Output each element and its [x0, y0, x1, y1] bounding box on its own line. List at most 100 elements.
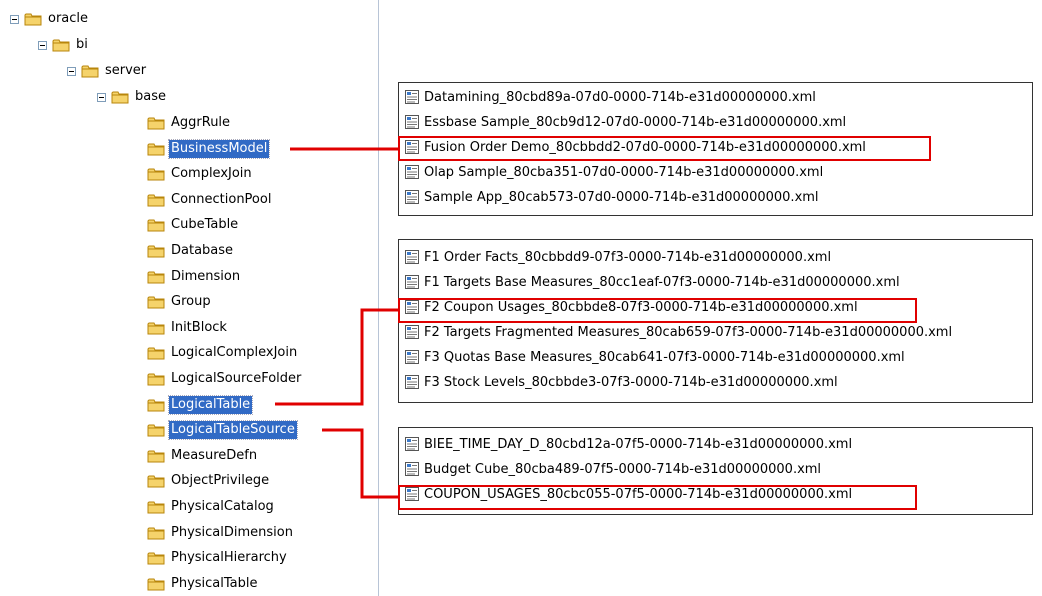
- tree-node-businessmodel[interactable]: BusinessModel: [147, 138, 271, 159]
- file-item[interactable]: Essbase Sample_80cb9d12-07d0-0000-714b-e…: [404, 111, 846, 133]
- folder-icon: [147, 194, 165, 207]
- file-item[interactable]: F1 Targets Base Measures_80cc1eaf-07f3-0…: [404, 271, 900, 293]
- folder-icon: [147, 475, 165, 488]
- folder-icon: [147, 245, 165, 258]
- folder-icon: [147, 450, 165, 463]
- folder-icon: [147, 424, 165, 437]
- tree-node-server[interactable]: server: [67, 61, 148, 81]
- tree-label: Database: [171, 243, 234, 258]
- tree-node-physicaldimension[interactable]: PhysicalDimension: [147, 523, 295, 543]
- highlight-box: [398, 298, 917, 323]
- file-item[interactable]: Olap Sample_80cba351-07d0-0000-714b-e31d…: [404, 161, 823, 183]
- tree-node-oracle[interactable]: oracle: [10, 9, 90, 29]
- file-name: Olap Sample_80cba351-07d0-0000-714b-e31d…: [424, 164, 824, 180]
- folder-icon: [147, 501, 165, 514]
- tree-label: bi: [76, 37, 88, 52]
- tree-label: CubeTable: [171, 217, 239, 233]
- file-item[interactable]: Sample App_80cab573-07d0-0000-714b-e31d0…: [404, 186, 819, 208]
- folder-tree: oracle bi server base AggrRule BusinessMo…: [0, 0, 378, 596]
- folder-icon: [24, 13, 42, 26]
- folder-icon: [147, 271, 165, 284]
- xml-file-icon: [405, 375, 419, 389]
- tree-node-physicalcatalog[interactable]: PhysicalCatalog: [147, 497, 276, 517]
- tree-label: LogicalSourceFolder: [171, 371, 302, 386]
- tree-label: LogicalTable: [167, 394, 254, 415]
- file-name: Datamining_80cbd89a-07d0-0000-714b-e31d0…: [424, 89, 816, 105]
- highlight-box: [398, 485, 917, 510]
- folder-icon: [147, 347, 165, 360]
- file-name: F3 Quotas Base Measures_80cab641-07f3-00…: [424, 349, 905, 365]
- tree-node-cubetable[interactable]: CubeTable: [147, 215, 240, 235]
- file-name: Sample App_80cab573-07d0-0000-714b-e31d0…: [424, 189, 819, 205]
- tree-node-logicaltable[interactable]: LogicalTable: [147, 394, 254, 415]
- file-name: BIEE_TIME_DAY_D_80cbd12a-07f5-0000-714b-…: [424, 436, 853, 452]
- tree-node-base[interactable]: base: [97, 87, 168, 107]
- collapse-icon[interactable]: [10, 14, 19, 24]
- folder-icon: [147, 219, 165, 232]
- tree-node-logicaltablesource[interactable]: LogicalTableSource: [147, 420, 298, 441]
- tree-label: PhysicalHierarchy: [171, 550, 287, 566]
- file-name: Essbase Sample_80cb9d12-07d0-0000-714b-e…: [424, 114, 847, 130]
- file-item[interactable]: Budget Cube_80cba489-07f5-0000-714b-e31d…: [404, 458, 821, 480]
- folder-icon: [81, 65, 99, 78]
- tree-node-bi[interactable]: bi: [38, 35, 90, 55]
- tree-label: Dimension: [171, 268, 241, 284]
- folder-icon: [147, 527, 165, 540]
- tree-node-database[interactable]: Database: [147, 241, 235, 261]
- file-item[interactable]: BIEE_TIME_DAY_D_80cbd12a-07f5-0000-714b-…: [404, 433, 852, 455]
- file-item[interactable]: F3 Stock Levels_80cbbde3-07f3-0000-714b-…: [404, 371, 838, 393]
- xml-file-icon: [405, 462, 419, 476]
- xml-file-icon: [405, 165, 419, 179]
- tree-node-physicaltable[interactable]: PhysicalTable: [147, 574, 260, 594]
- xml-file-icon: [405, 437, 419, 451]
- tree-label: Group: [171, 294, 211, 310]
- xml-file-icon: [405, 325, 419, 339]
- tree-label: PhysicalTable: [171, 575, 258, 591]
- xml-file-icon: [405, 115, 419, 129]
- tree-label: InitBlock: [171, 319, 227, 335]
- tree-label: LogicalTableSource: [168, 420, 298, 441]
- tree-node-logicalcomplexjoin[interactable]: LogicalComplexJoin: [147, 343, 299, 363]
- tree-node-measuredefn[interactable]: MeasureDefn: [147, 446, 259, 466]
- file-item[interactable]: F1 Order Facts_80cbbdd9-07f3-0000-714b-e…: [404, 246, 831, 268]
- tree-node-aggrrule[interactable]: AggrRule: [147, 113, 232, 133]
- tree-label: PhysicalCatalog: [171, 499, 274, 514]
- tree-label: ObjectPrivilege: [171, 473, 270, 489]
- folder-icon: [147, 373, 165, 386]
- tree-label: AggrRule: [171, 115, 231, 130]
- folder-icon: [147, 143, 165, 156]
- folder-icon: [147, 296, 165, 309]
- xml-file-icon: [405, 275, 419, 289]
- tree-label: LogicalComplexJoin: [171, 345, 298, 361]
- tree-label: MeasureDefn: [171, 447, 258, 463]
- tree-node-connectionpool[interactable]: ConnectionPool: [147, 190, 273, 210]
- folder-icon: [147, 168, 165, 181]
- tree-node-initblock[interactable]: InitBlock: [147, 318, 229, 338]
- file-item[interactable]: Datamining_80cbd89a-07d0-0000-714b-e31d0…: [404, 86, 816, 108]
- file-item[interactable]: F3 Quotas Base Measures_80cab641-07f3-00…: [404, 346, 905, 368]
- tree-node-physicalhierarchy[interactable]: PhysicalHierarchy: [147, 548, 289, 568]
- tree-node-logicalsourcefolder[interactable]: LogicalSourceFolder: [147, 369, 303, 389]
- file-item[interactable]: F2 Targets Fragmented Measures_80cab659-…: [404, 321, 952, 343]
- file-name: F3 Stock Levels_80cbbde3-07f3-0000-714b-…: [424, 374, 838, 390]
- folder-icon: [147, 117, 165, 130]
- pane-divider[interactable]: [378, 0, 379, 596]
- tree-label: base: [135, 89, 166, 104]
- collapse-icon[interactable]: [38, 40, 47, 50]
- tree-node-group[interactable]: Group: [147, 292, 213, 312]
- tree-node-objectprivilege[interactable]: ObjectPrivilege: [147, 471, 271, 491]
- tree-node-dimension[interactable]: Dimension: [147, 267, 242, 287]
- tree-label: server: [105, 63, 147, 78]
- collapse-icon[interactable]: [97, 92, 106, 102]
- file-name: F2 Targets Fragmented Measures_80cab659-…: [424, 324, 953, 340]
- tree-label: BusinessModel: [167, 138, 271, 159]
- collapse-icon[interactable]: [67, 66, 76, 76]
- tree-label: oracle: [48, 11, 89, 26]
- folder-icon: [147, 552, 165, 565]
- folder-icon: [147, 322, 165, 335]
- tree-label: PhysicalDimension: [171, 524, 293, 540]
- folder-icon: [111, 91, 129, 104]
- tree-label: ComplexJoin: [171, 166, 252, 182]
- tree-node-complexjoin[interactable]: ComplexJoin: [147, 164, 254, 184]
- file-name: F1 Targets Base Measures_80cc1eaf-07f3-0…: [424, 274, 900, 290]
